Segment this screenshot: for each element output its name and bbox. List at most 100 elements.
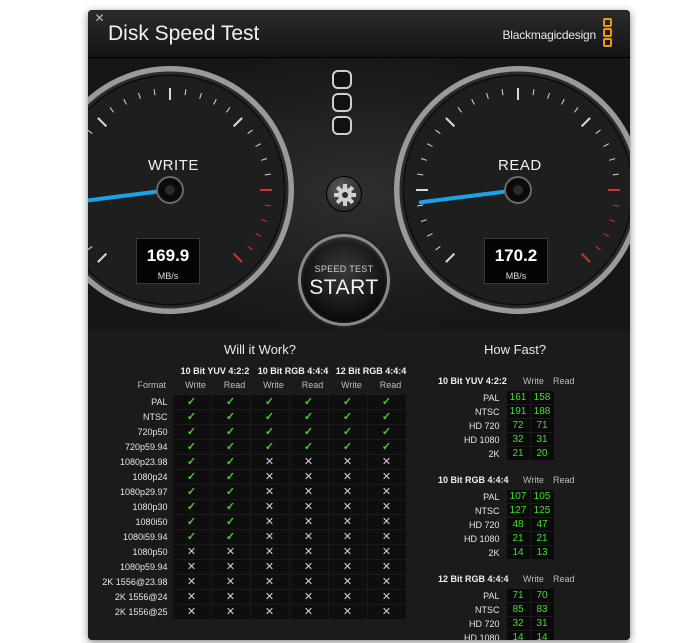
- how-fast-write-value: 107: [505, 489, 531, 504]
- read-speed-value: 170.2: [494, 246, 538, 265]
- format-name: 2K 1556@23.98: [102, 576, 168, 587]
- cross-icon: ✕: [366, 529, 407, 545]
- close-button[interactable]: ✕: [94, 12, 105, 24]
- how-fast-group-table: PAL 161 158 NTSC 191 188 HD 720 72 71 HD 1080 32 31…: [456, 390, 555, 461]
- how-fast-read-value: 188: [529, 404, 555, 419]
- how-fast-row: 2K 21 20: [456, 446, 555, 461]
- check-icon: ✓: [249, 439, 290, 455]
- format-name: 1080p50: [132, 546, 168, 557]
- cross-icon: ✕: [288, 604, 329, 620]
- will-it-work-row: 1080p30 ✓ ✓ ✕ ✕ ✕ ✕: [92, 499, 407, 515]
- cross-icon: ✕: [249, 484, 290, 500]
- will-it-work-row: PAL ✓ ✓ ✓ ✓ ✓ ✓: [92, 394, 407, 410]
- check-icon: ✓: [171, 424, 212, 440]
- how-fast-read-value: 31: [529, 616, 555, 631]
- cross-icon: ✕: [288, 529, 329, 545]
- format-name: 2K 1556@25: [114, 606, 168, 617]
- format-name: 1080i50: [135, 516, 168, 527]
- how-fast-row: HD 720 72 71: [456, 418, 555, 433]
- how-fast-write-value: 191: [505, 404, 531, 419]
- cross-icon: ✕: [366, 574, 407, 590]
- app-title: Disk Speed Test: [108, 22, 260, 45]
- check-icon: ✓: [171, 454, 212, 470]
- will-it-work-row: 1080i59.94 ✓ ✓ ✕ ✕ ✕ ✕: [92, 529, 407, 545]
- will-it-work-group-header: 12 Bit RGB 4:4:4: [335, 366, 407, 376]
- format-name: 720p59.94: [124, 441, 168, 452]
- check-icon: ✓: [327, 424, 368, 440]
- how-fast-format: NTSC: [475, 604, 500, 615]
- brand-name: Blackmagicdesign: [502, 28, 596, 42]
- cross-icon: ✕: [366, 454, 407, 470]
- cross-icon: ✕: [366, 484, 407, 500]
- check-icon: ✓: [210, 514, 251, 530]
- format-name: PAL: [151, 396, 168, 407]
- how-fast-write-value: 21: [505, 446, 531, 461]
- cross-icon: ✕: [171, 574, 212, 590]
- will-it-work-column-header: Read: [301, 380, 324, 390]
- how-fast-read-value: 83: [529, 602, 555, 617]
- how-fast-write-value: 32: [505, 432, 531, 447]
- check-icon: ✓: [171, 529, 212, 545]
- will-it-work-column-header: Read: [379, 380, 402, 390]
- cross-icon: ✕: [366, 514, 407, 530]
- will-it-work-row: 720p59.94 ✓ ✓ ✓ ✓ ✓ ✓: [92, 439, 407, 455]
- how-fast-read-value: 71: [529, 418, 555, 433]
- how-fast-write-value: 21: [505, 531, 531, 546]
- check-icon: ✓: [366, 409, 407, 425]
- cross-icon: ✕: [327, 559, 368, 575]
- will-it-work-row: 1080p29.97 ✓ ✓ ✕ ✕ ✕ ✕: [92, 484, 407, 500]
- will-it-work-row: 1080p24 ✓ ✓ ✕ ✕ ✕ ✕: [92, 469, 407, 485]
- cross-icon: ✕: [327, 574, 368, 590]
- speed-test-label: SPEED TEST: [314, 264, 374, 274]
- cross-icon: ✕: [327, 469, 368, 485]
- how-fast-row: PAL 107 105: [456, 489, 555, 504]
- cross-icon: ✕: [210, 574, 251, 590]
- cross-icon: ✕: [288, 454, 329, 470]
- check-icon: ✓: [366, 424, 407, 440]
- how-fast-group-table: PAL7170NTSC8583HD 7203231HD 108014142K99: [456, 588, 555, 640]
- how-fast-read-value: 14: [529, 630, 555, 640]
- how-fast-read-value: 105: [529, 489, 555, 504]
- how-fast-write-value: 14: [505, 545, 531, 560]
- how-fast-row: NTSC 85 83: [456, 602, 555, 617]
- will-it-work-column-header: Write: [185, 380, 206, 390]
- how-fast-write-value: 161: [505, 390, 531, 405]
- how-fast-row: PAL 71 70: [456, 588, 555, 603]
- settings-button[interactable]: [326, 176, 362, 212]
- how-fast-write-value: 48: [505, 517, 531, 532]
- how-fast-row: 2K 14 13: [456, 545, 555, 560]
- check-icon: ✓: [366, 394, 407, 410]
- check-icon: ✓: [288, 439, 329, 455]
- test-mode-selector[interactable]: [332, 70, 354, 139]
- check-icon: ✓: [210, 409, 251, 425]
- how-fast-write-value: 127: [505, 503, 531, 518]
- how-fast-format: HD 720: [468, 519, 500, 530]
- how-fast-write-value: 14: [505, 630, 531, 640]
- how-fast-read-value: 70: [529, 588, 555, 603]
- read-gauge-label: READ: [498, 157, 542, 174]
- how-fast-format: PAL: [483, 392, 500, 403]
- how-fast-group-header: 10 Bit RGB 4:4:4: [438, 475, 509, 485]
- will-it-work-column-header: Write: [263, 380, 284, 390]
- how-fast-format: HD 1080: [463, 533, 500, 544]
- check-icon: ✓: [249, 394, 290, 410]
- format-name: 1080i59.94: [122, 531, 168, 542]
- how-fast-format: HD 720: [468, 618, 500, 629]
- check-icon: ✓: [210, 394, 251, 410]
- cross-icon: ✕: [288, 514, 329, 530]
- how-fast-format: HD 720: [468, 420, 500, 431]
- how-fast-read-value: 20: [529, 446, 555, 461]
- check-icon: ✓: [249, 409, 290, 425]
- check-icon: ✓: [210, 424, 251, 440]
- cross-icon: ✕: [249, 499, 290, 515]
- start-button[interactable]: SPEED TEST START: [298, 234, 390, 326]
- how-fast-write-value: 32: [505, 616, 531, 631]
- will-it-work-row: 720p50 ✓ ✓ ✓ ✓ ✓ ✓: [92, 424, 407, 440]
- will-it-work-row: 1080i50 ✓ ✓ ✕ ✕ ✕ ✕: [92, 514, 407, 530]
- cross-icon: ✕: [210, 559, 251, 575]
- how-fast-row: HD 1080 21 21: [456, 531, 555, 546]
- check-icon: ✓: [327, 409, 368, 425]
- cross-icon: ✕: [288, 544, 329, 560]
- will-it-work-row: 1080p50 ✕ ✕ ✕ ✕ ✕ ✕: [92, 544, 407, 560]
- check-icon: ✓: [210, 454, 251, 470]
